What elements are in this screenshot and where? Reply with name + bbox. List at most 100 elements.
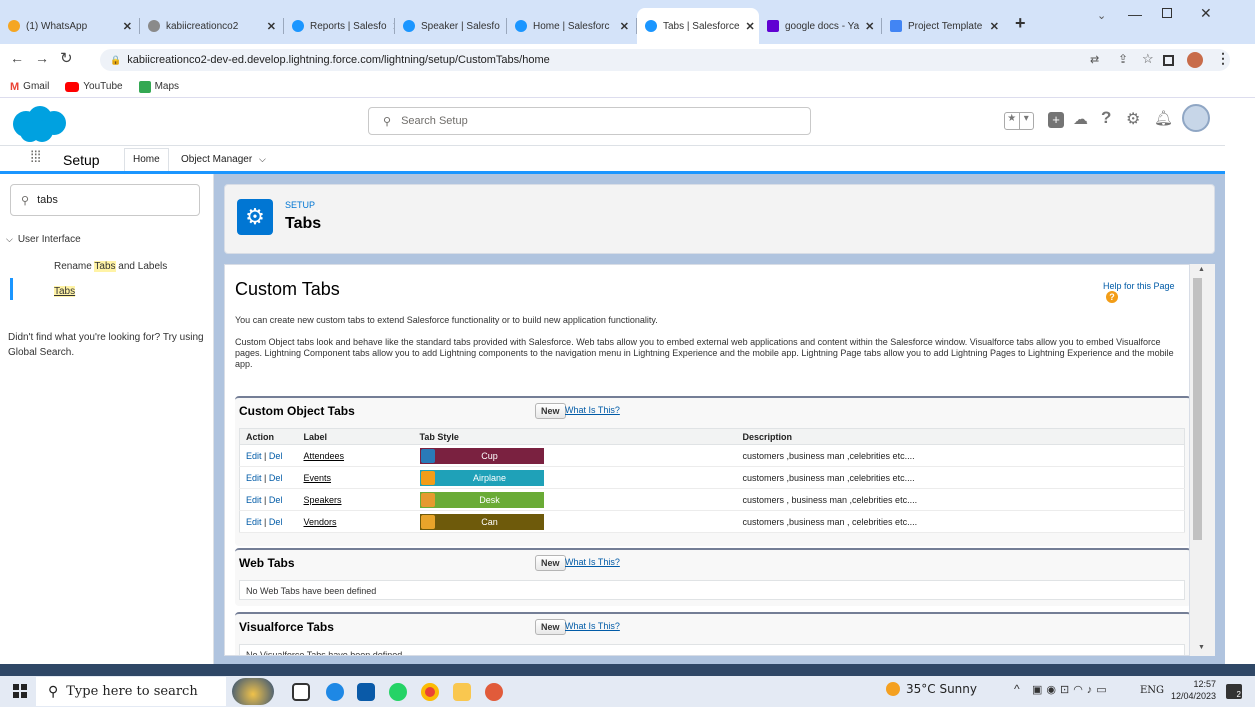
kebab-menu-icon[interactable]: ⋮ <box>1216 50 1230 67</box>
share-icon[interactable]: ⇪ <box>1118 52 1128 66</box>
whatsapp-icon[interactable] <box>389 683 407 701</box>
file-explorer-icon[interactable] <box>453 683 471 701</box>
chrome-icon[interactable] <box>421 683 439 701</box>
tab-label-link[interactable]: Attendees <box>304 451 345 461</box>
lock-icon: 🔒 <box>110 54 122 65</box>
tab-search-chevron-icon[interactable]: ⌄ <box>1097 9 1106 22</box>
browser-tab[interactable]: (1) WhatsApp ✕ <box>0 8 140 44</box>
notification-center-icon[interactable]: 2 <box>1226 684 1242 699</box>
new-tab-plus-icon[interactable]: + <box>1015 13 1026 34</box>
language-indicator[interactable]: ENG <box>1140 685 1164 696</box>
windows-start-icon[interactable] <box>13 684 27 698</box>
close-tab-icon[interactable]: ✕ <box>990 20 999 33</box>
tab-label-link[interactable]: Speakers <box>304 495 342 505</box>
global-actions-plus-icon[interactable]: + <box>1048 112 1064 128</box>
clock[interactable]: 12:57 12/04/2023 <box>1166 678 1216 702</box>
description-cell: customers ,business man , celebrities et… <box>736 510 1185 533</box>
task-view-icon[interactable] <box>292 683 310 701</box>
what-is-this-link[interactable]: What Is This? <box>565 621 620 631</box>
favorites-icon[interactable]: ★ ▾ <box>1004 112 1034 130</box>
browser-tab[interactable]: Speaker | Salesfo ✕ <box>395 8 507 44</box>
empty-message: No Web Tabs have been defined <box>239 580 1185 600</box>
news-widget-icon[interactable] <box>232 678 274 705</box>
close-tab-icon[interactable]: ✕ <box>620 20 629 33</box>
tab-style-swatch: Airplane <box>419 469 544 486</box>
address-bar[interactable]: 🔒 kabiicreationco2-dev-ed.develop.lightn… <box>100 49 1230 71</box>
chrome-profile-icon[interactable] <box>485 683 503 701</box>
bookmark-gmail[interactable]: M Gmail <box>10 81 49 93</box>
back-arrow-icon[interactable]: ← <box>10 50 24 66</box>
close-tab-icon[interactable]: ✕ <box>267 20 276 33</box>
del-link[interactable]: Del <box>269 451 283 461</box>
close-tab-icon[interactable]: ✕ <box>746 20 755 33</box>
cup-icon <box>420 448 435 463</box>
app-launcher-icon[interactable]: ⁞⁞⁞ <box>30 149 41 167</box>
translate-icon[interactable]: ⇄ <box>1090 53 1099 66</box>
edit-link[interactable]: Edit <box>246 473 262 483</box>
bookmark-star-icon[interactable]: ☆ <box>1142 51 1154 67</box>
what-is-this-link[interactable]: What Is This? <box>565 405 620 415</box>
salesforce-icon <box>515 20 527 32</box>
browser-tab-active[interactable]: Tabs | Salesforce ✕ <box>637 8 759 44</box>
del-link[interactable]: Del <box>269 495 283 505</box>
notifications-bell-icon[interactable]: 🔔︎ <box>1154 109 1173 127</box>
taskbar-search-box[interactable]: ⚲ Type here to search <box>36 677 226 706</box>
edit-link[interactable]: Edit <box>246 495 262 505</box>
content-scrollbar[interactable]: ▲ ▼ <box>1190 264 1215 656</box>
what-is-this-link[interactable]: What Is This? <box>565 557 620 567</box>
setup-gear-icon[interactable]: ⚙ <box>1126 109 1140 129</box>
maps-icon <box>138 80 151 93</box>
new-web-tab-button[interactable]: New <box>535 555 566 571</box>
browser-tab[interactable]: Home | Salesforc ✕ <box>507 8 637 44</box>
salesforce-icon <box>403 20 415 32</box>
airplane-icon <box>420 470 435 485</box>
maximize-icon[interactable] <box>1162 8 1172 18</box>
tree-item-tabs[interactable]: Tabs <box>54 286 76 297</box>
close-tab-icon[interactable]: ✕ <box>123 20 132 33</box>
sidepanel-icon[interactable] <box>1163 55 1174 66</box>
edge-icon[interactable] <box>326 683 344 701</box>
setup-search-input[interactable]: ⚲ Search Setup <box>368 107 811 135</box>
scrollbar-thumb[interactable] <box>1193 278 1202 540</box>
visualforce-tabs-section: Visualforce Tabs New What Is This? No Vi… <box>235 612 1189 655</box>
tray-overflow-chevron-icon[interactable]: ^ <box>1014 682 1020 696</box>
bookmark-maps[interactable]: Maps <box>138 80 179 93</box>
del-link[interactable]: Del <box>269 517 283 527</box>
help-icon: ? <box>1106 291 1118 303</box>
user-avatar[interactable] <box>1182 104 1210 132</box>
help-for-this-page-link[interactable]: Help for this Page ? <box>1103 281 1189 303</box>
forward-arrow-icon[interactable]: → <box>35 50 49 66</box>
tab-label-link[interactable]: Vendors <box>304 517 337 527</box>
close-tab-icon[interactable]: ✕ <box>865 20 874 33</box>
nav-tab-object-manager[interactable]: Object Manager ⌵ <box>181 154 266 165</box>
desk-icon <box>420 492 435 507</box>
browser-tab[interactable]: kabiicreationco2 ✕ <box>140 8 284 44</box>
mail-icon[interactable] <box>357 683 375 701</box>
browser-tab[interactable]: Reports | Salesfo ✕ <box>284 8 395 44</box>
edit-link[interactable]: Edit <box>246 451 262 461</box>
scroll-up-icon[interactable]: ▲ <box>1198 266 1205 273</box>
new-custom-object-tab-button[interactable]: New <box>535 403 566 419</box>
nav-tab-home[interactable]: Home <box>124 148 169 171</box>
system-tray-icons[interactable]: ▣◉⊡◠♪▭ <box>1032 683 1111 696</box>
scroll-down-icon[interactable]: ▼ <box>1198 644 1205 651</box>
browser-tab[interactable]: Project Template ✕ <box>882 8 1007 44</box>
new-visualforce-tab-button[interactable]: New <box>535 619 566 635</box>
salesforce-cloud-logo-icon[interactable] <box>8 104 70 144</box>
search-icon: ⚲ <box>48 683 59 700</box>
bookmark-youtube[interactable]: YouTube <box>65 81 123 92</box>
reload-icon[interactable]: ↻ <box>60 49 73 67</box>
tab-label-link[interactable]: Events <box>304 473 332 483</box>
edit-link[interactable]: Edit <box>246 517 262 527</box>
tree-group-user-interface[interactable]: ⌵ User Interface <box>6 234 81 245</box>
close-window-icon[interactable]: ✕ <box>1200 5 1212 22</box>
browser-tab[interactable]: google docs - Ya ✕ <box>759 8 882 44</box>
del-link[interactable]: Del <box>269 473 283 483</box>
weather-widget[interactable]: 35°C Sunny <box>886 682 977 696</box>
trailhead-icon[interactable]: ☁ <box>1073 110 1088 128</box>
quick-find-input[interactable]: ⚲ tabs <box>10 184 200 216</box>
profile-avatar-icon[interactable] <box>1187 52 1203 68</box>
minimize-icon[interactable]: — <box>1128 6 1142 22</box>
tree-item-rename-tabs[interactable]: Rename Tabs and Labels <box>54 261 167 272</box>
help-question-icon[interactable]: ? <box>1101 108 1111 128</box>
